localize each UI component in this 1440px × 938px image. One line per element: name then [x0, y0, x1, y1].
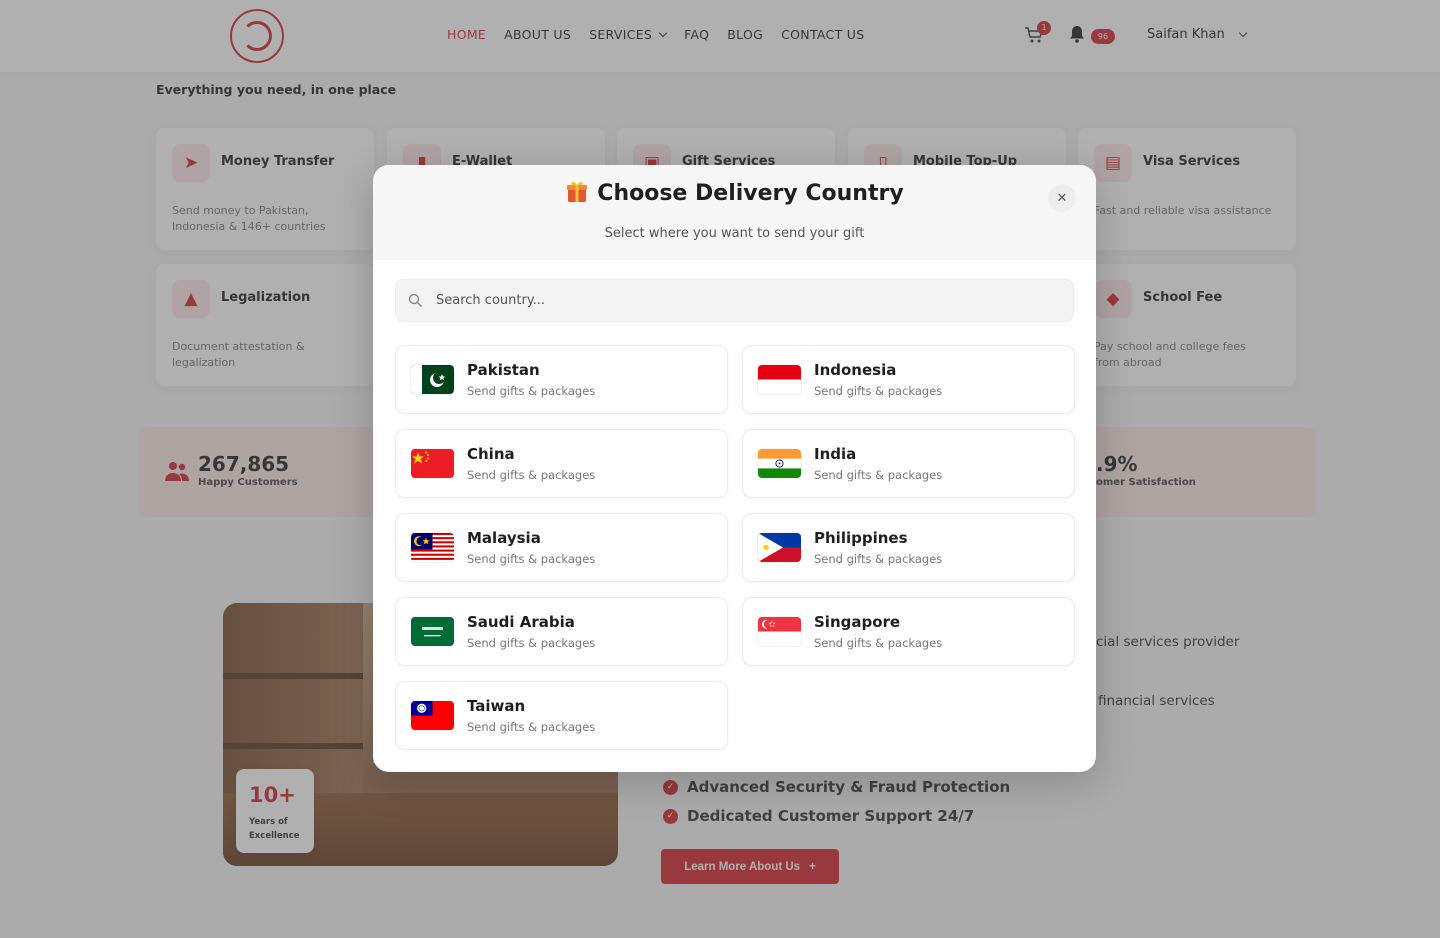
china-flag-icon [411, 449, 454, 478]
malaysia-flag-icon [411, 533, 454, 562]
close-button[interactable]: ✕ [1048, 184, 1076, 212]
country-subtitle: Send gifts & packages [814, 552, 943, 566]
country-subtitle: Send gifts & packages [814, 636, 943, 650]
country-name: Malaysia [467, 529, 541, 547]
singapore-flag-icon [758, 617, 801, 646]
country-card-singapore[interactable]: Singapore Send gifts & packages [742, 597, 1075, 666]
delivery-country-modal: Choose Delivery Country Select where you… [373, 165, 1096, 772]
country-card-china[interactable]: China Send gifts & packages [395, 429, 728, 498]
country-card-india[interactable]: India Send gifts & packages [742, 429, 1075, 498]
country-card-pakistan[interactable]: Pakistan Send gifts & packages [395, 345, 728, 414]
modal-subtitle: Select where you want to send your gift [604, 226, 865, 241]
country-subtitle: Send gifts & packages [467, 720, 596, 734]
modal-title: Choose Delivery Country [373, 179, 1096, 206]
country-name: Saudi Arabia [467, 613, 575, 631]
country-card-malaysia[interactable]: Malaysia Send gifts & packages [395, 513, 728, 582]
country-search-input[interactable] [436, 280, 1056, 321]
country-name: Indonesia [814, 361, 897, 379]
country-subtitle: Send gifts & packages [814, 468, 943, 482]
saudi-arabia-flag-icon [411, 617, 454, 646]
pakistan-flag-icon [411, 365, 454, 394]
gift-icon [567, 181, 588, 202]
close-icon: ✕ [1056, 190, 1068, 206]
country-subtitle: Send gifts & packages [467, 636, 596, 650]
country-card-philippines[interactable]: Philippines Send gifts & packages [742, 513, 1075, 582]
taiwan-flag-icon [411, 701, 454, 730]
country-subtitle: Send gifts & packages [467, 384, 596, 398]
search-box [395, 279, 1074, 322]
india-flag-icon [758, 449, 801, 478]
search-icon [408, 293, 422, 307]
philippines-flag-icon [758, 533, 801, 562]
country-card-indonesia[interactable]: Indonesia Send gifts & packages [742, 345, 1075, 414]
country-name: Taiwan [467, 697, 526, 715]
modal-header: Choose Delivery Country Select where you… [373, 165, 1096, 260]
modal-title-text: Choose Delivery Country [597, 181, 904, 206]
country-name: Pakistan [467, 361, 540, 379]
country-subtitle: Send gifts & packages [467, 468, 596, 482]
country-card-saudi-arabia[interactable]: Saudi Arabia Send gifts & packages [395, 597, 728, 666]
country-name: Singapore [814, 613, 901, 631]
country-subtitle: Send gifts & packages [814, 384, 943, 398]
indonesia-flag-icon [758, 365, 801, 394]
country-card-taiwan[interactable]: Taiwan Send gifts & packages [395, 681, 728, 750]
country-subtitle: Send gifts & packages [467, 552, 596, 566]
country-name: Philippines [814, 529, 908, 547]
country-name: China [467, 445, 515, 463]
country-name: India [814, 445, 857, 463]
